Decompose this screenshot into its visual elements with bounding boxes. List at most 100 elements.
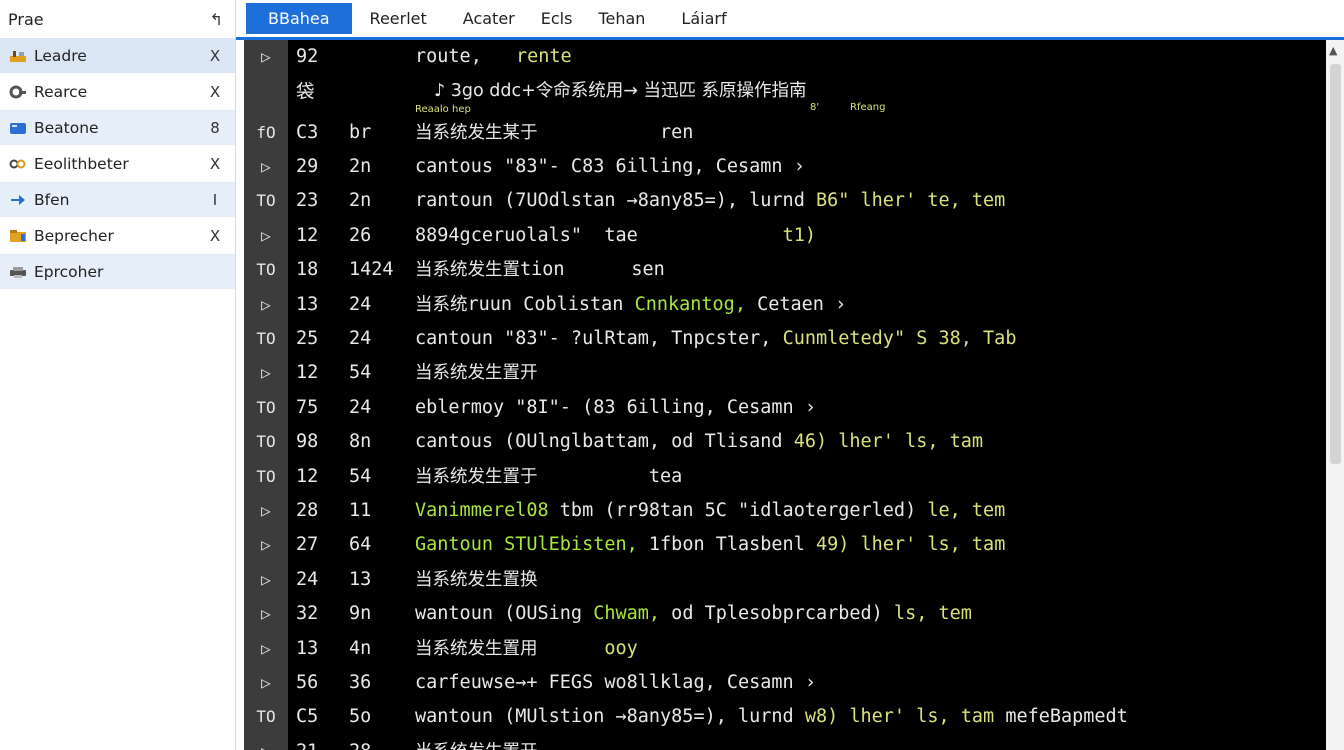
row-number: 24 — [296, 568, 319, 590]
tab-ecls[interactable]: Ecls — [533, 3, 581, 34]
row-message: cantoun "83"- ?ulRtam, Tnpcster, Cunmlet… — [415, 322, 1016, 356]
message-segment: tion sen — [520, 259, 665, 281]
row-message: cantous (OUlnglbattam, od Tlisand 46) lh… — [415, 425, 983, 459]
tab-reerlet[interactable]: Reerlet — [352, 3, 445, 34]
sidebar-item-control[interactable]: X — [207, 155, 223, 173]
row-marker: ▷ — [261, 638, 271, 658]
sidebar-header: Prae ↰ — [0, 0, 235, 38]
terminal-line: ▷ 29 2n cantous "83"- C83 6illing, Cesamn › — [244, 150, 1326, 184]
message-segment: ruun Coblistan — [467, 293, 635, 315]
row-number: 98 — [296, 431, 319, 453]
sidebar-title: Prae — [8, 9, 44, 29]
sidebar-item-control[interactable]: 8 — [207, 119, 223, 137]
header-text-a: route, — [415, 46, 482, 67]
sidebar-item-control[interactable]: I — [207, 191, 223, 209]
subheader-small-left: Reaalo hep — [415, 104, 471, 115]
row-marker: ▷ — [261, 225, 271, 245]
row-message: Vanimmerel08 tbm (rr98tan 5C "idlaoterge… — [415, 494, 1005, 528]
sidebar-item-control[interactable]: X — [207, 227, 223, 245]
sidebar-item-beatone[interactable]: Beatone 8 — [0, 110, 235, 146]
row-marker: TO — [256, 328, 276, 348]
message-segment: Chwam, — [593, 603, 661, 625]
terminal-line: ▷ 12 54 当系统发生置开 — [244, 356, 1326, 390]
row-message: 当系统发生置换 — [415, 563, 538, 597]
sidebar-item-label: Eeolithbeter — [34, 154, 129, 173]
row-code: 24 — [349, 396, 372, 418]
tab-tehan[interactable]: Tehan — [580, 3, 663, 34]
row-code: 26 — [349, 224, 372, 246]
row-marker: fO — [256, 122, 276, 142]
message-segment: Cnnkantog, — [634, 293, 746, 315]
terminal-line: ▷ 28 11 Vanimmerel08 tbm (rr98tan 5C "idlao… — [244, 494, 1326, 528]
row-message: 当系统发生置于 tea — [415, 460, 682, 494]
row-number: 25 — [296, 327, 319, 349]
sidebar-item-rearce[interactable]: Rearce X — [0, 74, 235, 110]
sidebar-item-eeolithbeter[interactable]: Eeolithbeter X — [0, 146, 235, 182]
row-message: wantoun (OUSing Chwam, od Tplesobprcarbe… — [415, 597, 972, 631]
tab-láiarf[interactable]: Láiarf — [663, 3, 744, 34]
row-message: 当系统发生某于 ren — [415, 116, 693, 150]
row-message: 当系统发生置开 — [415, 735, 538, 750]
row-code: 24 — [349, 327, 372, 349]
row-marker: ▷ — [261, 500, 271, 520]
collapse-icon[interactable]: ↰ — [210, 10, 223, 29]
terminal-line: ▷ 24 13 当系统发生置换 — [244, 563, 1326, 597]
row-number: 27 — [296, 534, 319, 556]
message-segment: le, tem — [927, 499, 1006, 521]
terminal-output[interactable]: ▷ 92 route, rente 袋 ♪ 3go ddc+令命系统用→ 当迅匹… — [244, 40, 1326, 750]
message-segment: mefeBapmedt — [1005, 706, 1128, 728]
message-segment: 当系统发生置开 — [415, 742, 538, 750]
terminal-subheader-row: 袋 ♪ 3go ddc+令命系统用→ 当迅匹 系原操作指南 Reaalo hep… — [244, 72, 1326, 120]
sidebar-item-bfen[interactable]: Bfen I — [0, 182, 235, 218]
pointer-icon — [8, 192, 28, 208]
row-number: 29 — [296, 155, 319, 177]
message-segment: Cetaen › — [745, 293, 847, 315]
message-segment: od Tplesobprcarbed) — [660, 603, 894, 625]
message-segment: cantoun "83"- ?ulRtam, Tnpcster, — [415, 327, 783, 349]
row-code: 8n — [349, 431, 372, 453]
printer-icon — [8, 264, 28, 280]
row-code: 2n — [349, 190, 372, 212]
row-code: br — [349, 121, 372, 143]
row-message: 当系统发生置用 ooy — [415, 632, 638, 666]
sidebar-item-leadre[interactable]: Leadre X — [0, 38, 235, 74]
row-code: 13 — [349, 568, 372, 590]
gear-icon — [8, 84, 28, 100]
row-marker: TO — [256, 432, 276, 452]
message-segment: 当系统发生置用 — [415, 638, 538, 659]
row-code: 54 — [349, 465, 372, 487]
row-marker: TO — [256, 260, 276, 280]
row-marker: ▷ — [244, 735, 288, 750]
message-segment: 当系统发生置换 — [415, 569, 538, 590]
message-segment: 当系统发生置 — [415, 260, 520, 281]
row-marker: TO — [256, 707, 276, 727]
sidebar-item-control[interactable]: X — [207, 83, 223, 101]
sidebar-item-control[interactable]: X — [207, 47, 223, 65]
row-marker: ▷ — [261, 47, 271, 66]
message-segment: ls, tem — [893, 603, 972, 625]
sidebar-item-beprecher[interactable]: Beprecher X — [0, 218, 235, 254]
tab-bbahea[interactable]: BBahea — [246, 3, 352, 34]
message-segment: Vanimmerel08 — [415, 499, 560, 521]
sidebar-item-eprcoher[interactable]: Eprcoher — [0, 254, 235, 290]
scroll-up-icon[interactable]: ▲ — [1329, 44, 1337, 57]
message-segment: 当系统发生置开 — [415, 363, 538, 384]
row-message: Gantoun STUlEbisten, 1fbon Tlasbenl 49) … — [415, 528, 1005, 562]
row-marker: ▷ — [261, 569, 271, 589]
row-code: 64 — [349, 534, 372, 556]
row-code: 2n — [349, 155, 372, 177]
message-segment: eblermoy "8I"- (83 6illing, Cesamn › — [415, 396, 816, 418]
message-segment: t1) — [637, 224, 816, 246]
row-marker: ▷ — [261, 535, 271, 555]
subheader-small-mid: 8' — [810, 102, 820, 113]
row-number: 32 — [296, 603, 319, 625]
row-number: 28 — [296, 499, 319, 521]
row-code: 54 — [349, 362, 372, 384]
row-marker: TO — [256, 191, 276, 211]
tab-acater[interactable]: Acater — [445, 3, 533, 34]
scrollbar-thumb[interactable] — [1330, 64, 1341, 464]
message-segment: carfeuwse→+ FEGS wo8llklag, Cesamn › — [415, 671, 816, 693]
row-code: 5o — [349, 706, 372, 728]
terminal-line: ▷ 13 24 当系统ruun Coblistan Cnnkantog, Cetaen… — [244, 288, 1326, 322]
row-number: 56 — [296, 671, 319, 693]
